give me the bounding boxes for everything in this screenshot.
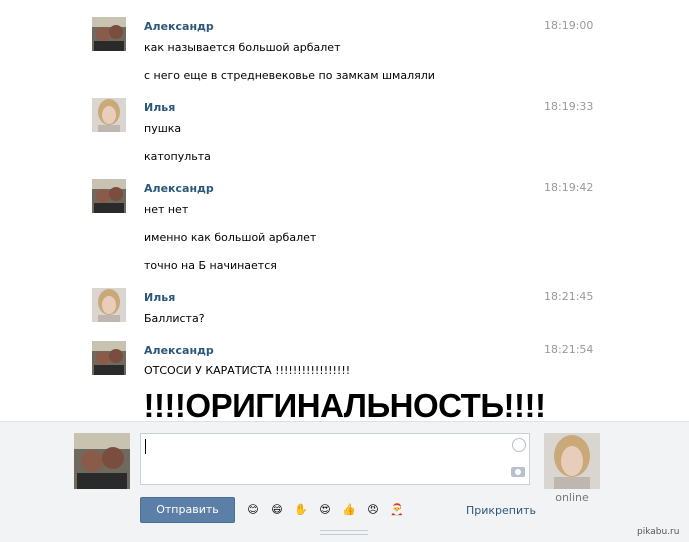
message-author[interactable]: Илья bbox=[144, 101, 175, 114]
message-time: 18:21:54 bbox=[544, 343, 594, 356]
message-input[interactable] bbox=[140, 433, 530, 485]
avatar-aleksandr[interactable] bbox=[92, 341, 126, 375]
message-text: нет нет bbox=[144, 203, 189, 216]
message-text: точно на Б начинается bbox=[144, 259, 277, 272]
attach-link[interactable]: Прикрепить bbox=[466, 504, 536, 517]
avatar-ilya[interactable] bbox=[92, 98, 126, 132]
avatar-aleksandr[interactable] bbox=[92, 17, 126, 51]
message-text: Баллиста? bbox=[144, 312, 205, 325]
message-text: как называется большой арбалет bbox=[144, 41, 341, 54]
message-time: 18:21:45 bbox=[544, 290, 594, 303]
compose-panel: online Отправить 😊 😄 ✋ 😍 👍 😠 🎅 Прикрепит… bbox=[0, 421, 689, 542]
meme-caption: !!!!ОРИГИНАЛЬНОСТЬ!!!! bbox=[143, 387, 546, 424]
message-author[interactable]: Илья bbox=[144, 291, 175, 304]
message-text: ОТСОСИ У КАРАТИСТА !!!!!!!!!!!!!!!!! bbox=[144, 364, 351, 377]
message-text: катопульта bbox=[144, 150, 211, 163]
message-text: с него еще в стредневековье по замкам шм… bbox=[144, 69, 435, 82]
message-author[interactable]: Александр bbox=[144, 344, 214, 357]
santa-emoji-icon[interactable]: 🎅 bbox=[388, 501, 406, 519]
camera-icon[interactable] bbox=[511, 467, 525, 477]
message-text: именно как большой арбалет bbox=[144, 231, 317, 244]
grin-emoji-icon[interactable]: 😄 bbox=[268, 501, 286, 519]
angry-emoji-icon[interactable]: 😠 bbox=[364, 501, 382, 519]
message-time: 18:19:42 bbox=[544, 181, 594, 194]
send-button[interactable]: Отправить bbox=[140, 497, 235, 523]
resize-handle[interactable] bbox=[320, 530, 368, 535]
thumbs-up-emoji-icon[interactable]: 👍 bbox=[340, 501, 358, 519]
message-time: 18:19:33 bbox=[544, 100, 594, 113]
watermark: pikabu.ru bbox=[637, 527, 680, 537]
smile-emoji-icon[interactable]: 😊 bbox=[244, 501, 262, 519]
message-text: пушка bbox=[144, 122, 182, 135]
hand-emoji-icon[interactable]: ✋ bbox=[292, 501, 310, 519]
heart-eyes-emoji-icon[interactable]: 😍 bbox=[316, 501, 334, 519]
avatar-ilya[interactable] bbox=[92, 288, 126, 322]
smile-icon[interactable] bbox=[512, 438, 526, 452]
message-author[interactable]: Александр bbox=[144, 182, 214, 195]
avatar-aleksandr[interactable] bbox=[92, 179, 126, 213]
online-status: online bbox=[555, 491, 589, 504]
my-avatar[interactable] bbox=[74, 433, 130, 489]
message-time: 18:19:00 bbox=[544, 19, 594, 32]
text-caret bbox=[145, 439, 146, 454]
recipient-avatar[interactable] bbox=[544, 433, 600, 489]
message-author[interactable]: Александр bbox=[144, 20, 214, 33]
